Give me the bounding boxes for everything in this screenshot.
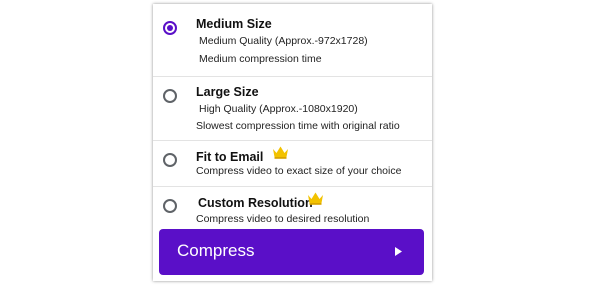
- option-quality: High Quality (Approx.-1080x1920): [199, 103, 358, 115]
- option-title: Large Size: [196, 85, 259, 99]
- option-title: Custom Resolution: [198, 196, 313, 210]
- crown-icon: [273, 146, 288, 159]
- option-description: Compress video to desired resolution: [196, 213, 370, 225]
- radio-large-size[interactable]: [163, 89, 177, 103]
- radio-medium-size[interactable]: [163, 21, 177, 35]
- option-description: Slowest compression time with original r…: [196, 120, 400, 132]
- radio-custom-resolution[interactable]: [163, 199, 177, 213]
- option-fit-to-email[interactable]: Fit to Email Compress video to exact siz…: [153, 140, 432, 187]
- compression-options-panel: Medium Size Medium Quality (Approx.-972x…: [153, 4, 432, 281]
- radio-fit-to-email[interactable]: [163, 153, 177, 167]
- option-title: Fit to Email: [196, 150, 264, 164]
- option-description: Compress video to exact size of your cho…: [196, 165, 402, 177]
- option-description: Medium compression time: [199, 53, 322, 65]
- radio-selected-dot: [167, 25, 173, 31]
- option-custom-resolution[interactable]: Custom Resolution Compress video to desi…: [153, 186, 432, 230]
- compress-button[interactable]: Compress: [159, 229, 424, 275]
- option-large-size[interactable]: Large Size High Quality (Approx.-1080x19…: [153, 76, 432, 141]
- option-title: Medium Size: [196, 17, 272, 31]
- option-quality: Medium Quality (Approx.-972x1728): [199, 35, 368, 47]
- compress-button-label: Compress: [177, 241, 255, 260]
- play-icon: [395, 247, 402, 256]
- crown-icon: [308, 192, 323, 205]
- option-medium-size[interactable]: Medium Size Medium Quality (Approx.-972x…: [153, 4, 432, 77]
